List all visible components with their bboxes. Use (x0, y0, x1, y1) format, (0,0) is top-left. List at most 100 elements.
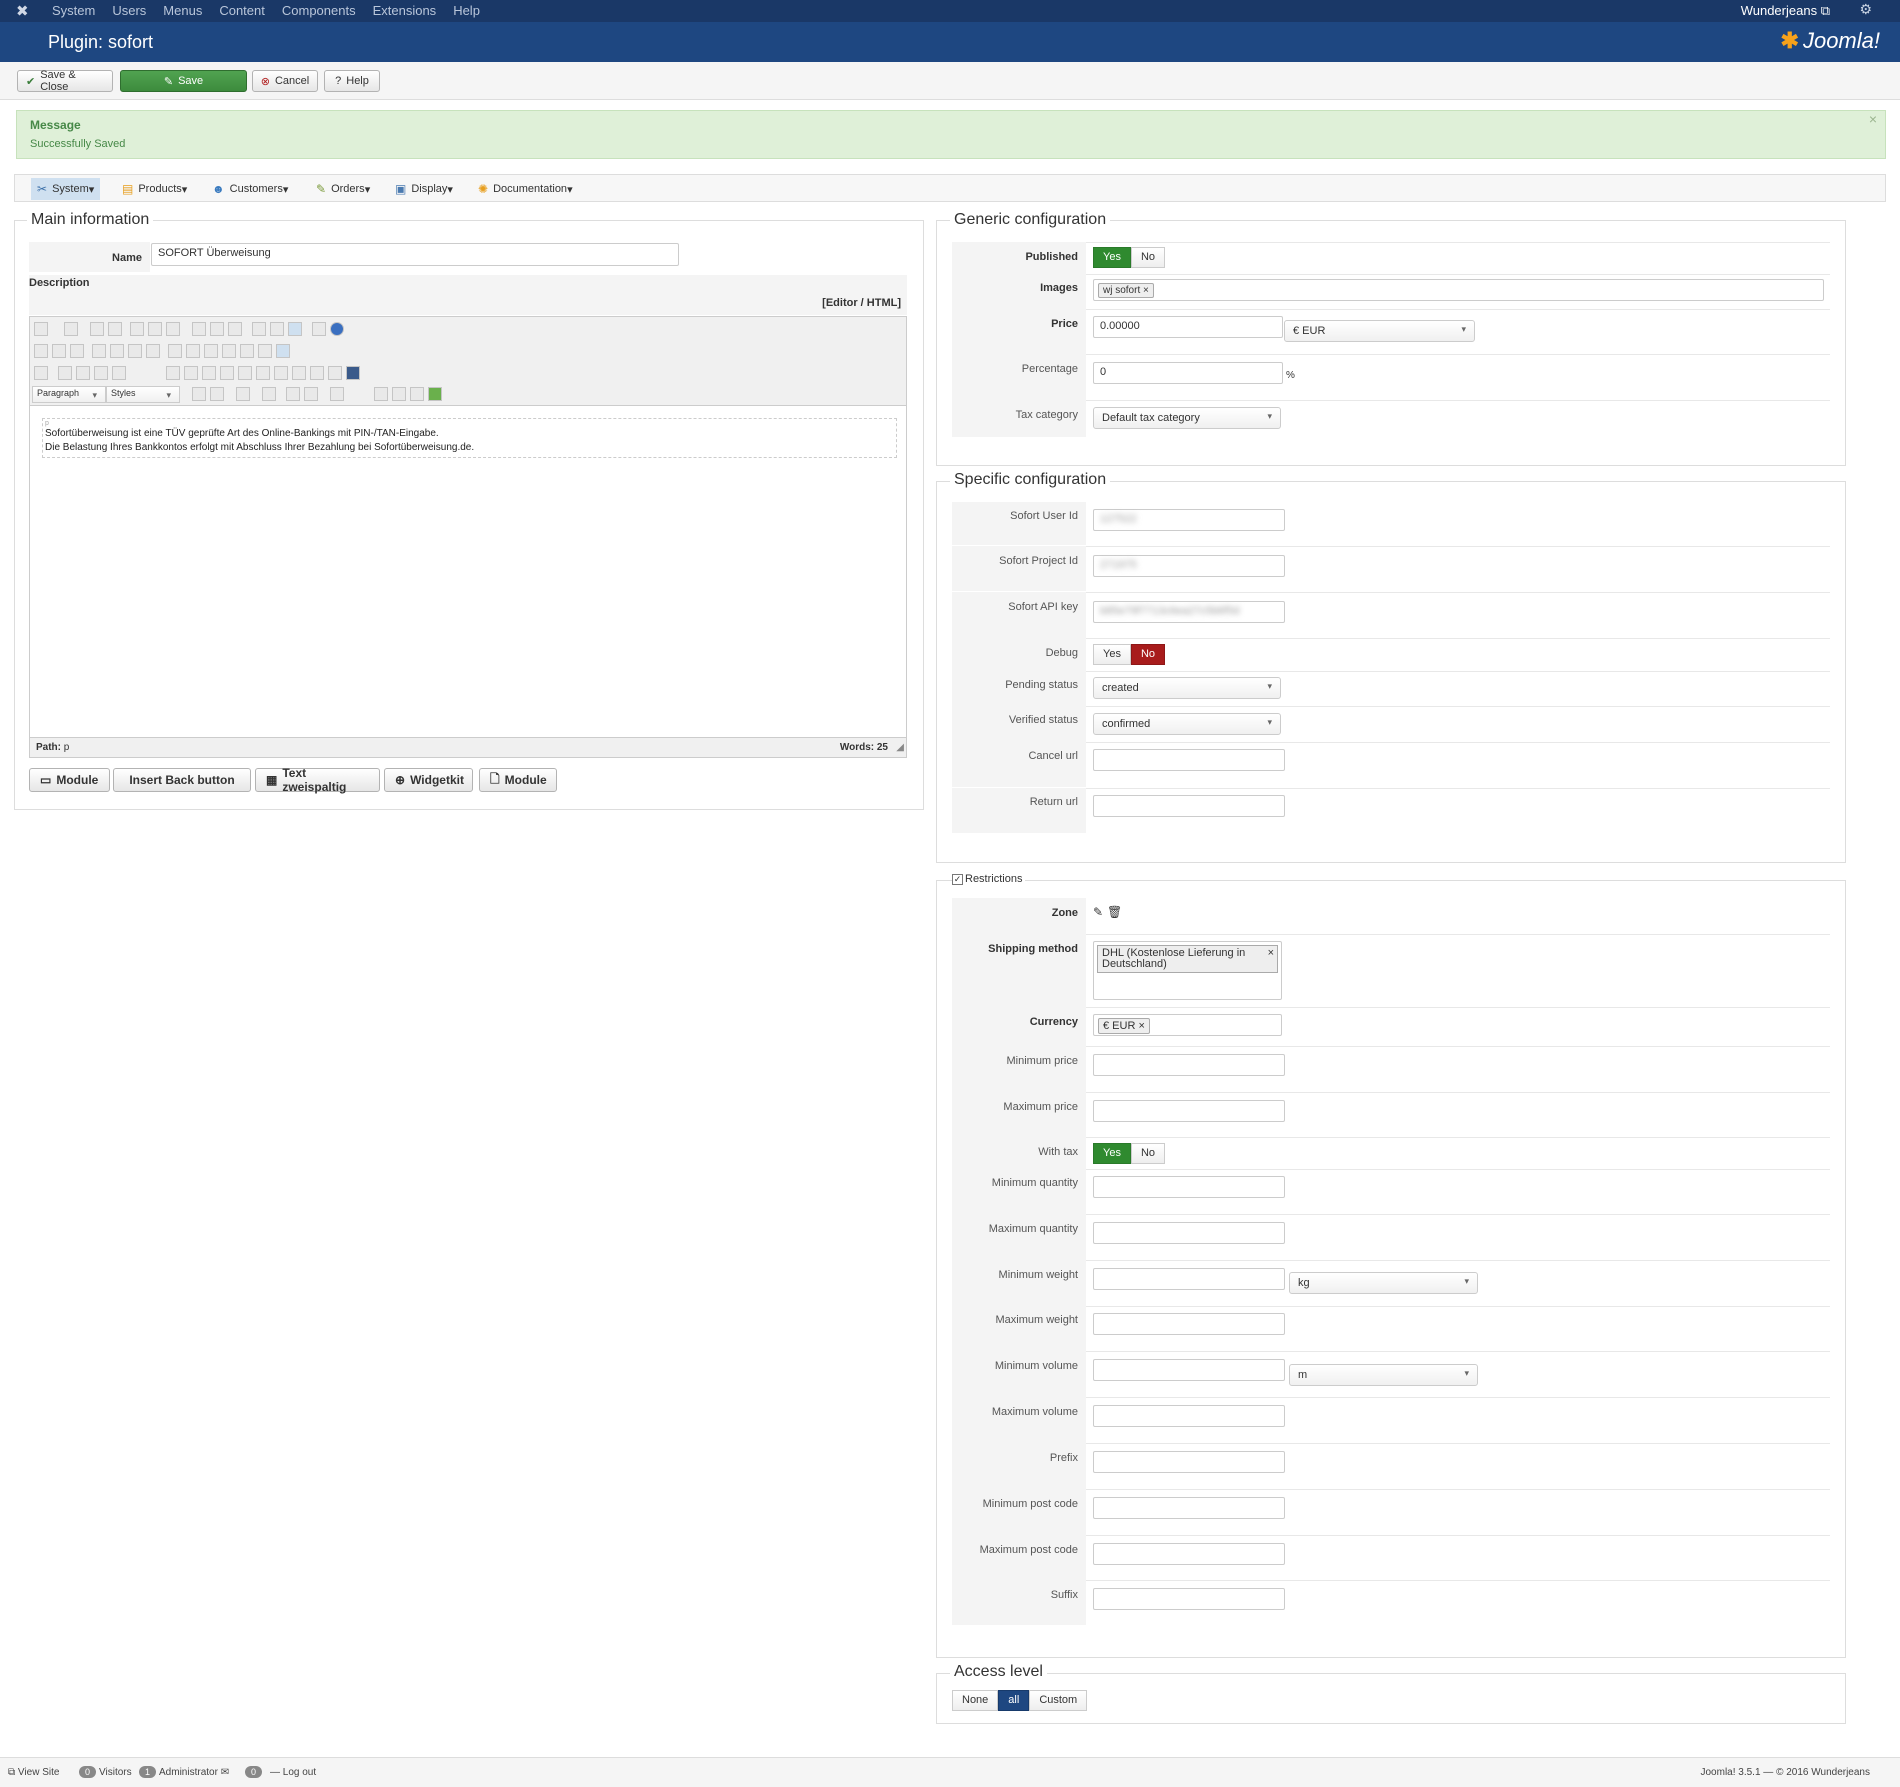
pending-status-select[interactable]: created (1093, 677, 1281, 699)
editor-bullet-list-icon[interactable] (262, 387, 276, 401)
editor-paste-icon[interactable] (204, 344, 218, 358)
editor-pilcrow-icon[interactable] (92, 344, 106, 358)
currency-input[interactable]: € EUR × (1093, 1014, 1282, 1036)
editor-unlink-icon[interactable] (410, 387, 424, 401)
nav-customers[interactable]: ☻ Customers ▾ (206, 178, 294, 200)
editor-align-left-icon[interactable] (184, 366, 198, 380)
widgetkit-button[interactable]: ⊕ Widgetkit (384, 768, 473, 792)
menu-components[interactable]: Components (282, 3, 356, 18)
editor-module-button[interactable]: ▭ Module (29, 768, 110, 792)
name-input[interactable]: SOFORT Überweisung (151, 243, 679, 266)
menu-system[interactable]: System (52, 3, 95, 18)
minimum-volume-input[interactable] (1093, 1359, 1285, 1381)
site-link[interactable]: Wunderjeans ⧉ (1741, 3, 1830, 19)
close-icon[interactable]: × (1869, 111, 1877, 127)
joomla-icon[interactable]: ✖ (16, 2, 29, 20)
editor-anchor-icon[interactable] (310, 366, 324, 380)
editor-superscript-icon[interactable] (112, 366, 126, 380)
editor-align-center-icon[interactable] (202, 366, 216, 380)
minimum-price-input[interactable] (1093, 1054, 1285, 1076)
with-tax-no[interactable]: No (1130, 1143, 1166, 1164)
help-button[interactable]: ? Help (324, 70, 380, 92)
return-url-input[interactable] (1093, 795, 1285, 817)
minimum-weight-input[interactable] (1093, 1268, 1285, 1290)
editor-html-toggle[interactable]: [Editor / HTML] (822, 297, 901, 309)
editor-redo-icon[interactable] (52, 344, 66, 358)
with-tax-yes[interactable]: Yes (1093, 1143, 1131, 1164)
maximum-volume-input[interactable] (1093, 1405, 1285, 1427)
sofort-project-id-input[interactable]: 271975 (1093, 555, 1285, 577)
editor-content[interactable]: p Sofortüberweisung ist eine TÜV geprüft… (42, 418, 897, 458)
currency-select[interactable]: € EUR (1284, 320, 1475, 342)
nav-display[interactable]: ▣ Display ▾ (389, 178, 459, 200)
remove-tag-icon[interactable]: × (1268, 948, 1274, 959)
editor-omega-icon[interactable] (256, 366, 270, 380)
editor-table-icon[interactable] (34, 322, 48, 336)
insert-back-button[interactable]: Insert Back button (113, 768, 251, 792)
editor-paste-word-icon[interactable] (222, 344, 236, 358)
resize-handle-icon[interactable]: ◢ (896, 742, 904, 753)
editor-ordered-list-icon[interactable] (236, 387, 250, 401)
maximum-post-code-input[interactable] (1093, 1543, 1285, 1565)
menu-menus[interactable]: Menus (163, 3, 202, 18)
editor-col-before-icon[interactable] (192, 322, 206, 336)
editor-italic-icon[interactable] (210, 387, 224, 401)
editor-col-after-icon[interactable] (210, 322, 224, 336)
editor-charmap-icon[interactable] (238, 366, 252, 380)
nav-orders[interactable]: ✎ Orders ▾ (310, 178, 376, 200)
tax-category-select[interactable]: Default tax category (1093, 407, 1281, 429)
percentage-input[interactable]: 0 (1093, 362, 1283, 384)
price-input[interactable]: 0.00000 (1093, 316, 1283, 338)
suffix-input[interactable] (1093, 1588, 1285, 1610)
editor-blockquote-icon[interactable] (292, 366, 306, 380)
styles-select[interactable]: Styles (106, 386, 180, 403)
editor-row-props-icon[interactable] (148, 322, 162, 336)
editor-code-icon[interactable] (312, 322, 326, 336)
menu-users[interactable]: Users (112, 3, 146, 18)
debug-yes[interactable]: Yes (1093, 644, 1131, 665)
access-none[interactable]: None (952, 1690, 999, 1711)
access-custom[interactable]: Custom (1029, 1690, 1088, 1711)
editor-hr-icon[interactable] (34, 366, 48, 380)
text-zweispaltig-button[interactable]: ▦ Text zweispaltig (255, 766, 380, 794)
editor-eraser-icon[interactable] (240, 344, 254, 358)
messages-status[interactable]: 0 (242, 1766, 265, 1778)
editor-bold-icon[interactable] (192, 387, 206, 401)
editor-undo-icon[interactable] (34, 344, 48, 358)
shipping-method-input[interactable]: DHL (Kostenlose Lieferung in Deutschland… (1093, 941, 1282, 1000)
editor-underline-icon[interactable] (76, 366, 90, 380)
minimum-post-code-input[interactable] (1093, 1497, 1285, 1519)
menu-extensions[interactable]: Extensions (373, 3, 437, 18)
pencil-icon[interactable]: ✎ (1093, 905, 1103, 919)
editor-indent-icon[interactable] (286, 387, 300, 401)
editor-replace-icon[interactable] (146, 344, 160, 358)
editor-delete-table-icon[interactable] (64, 322, 78, 336)
view-site-link[interactable]: ⧉ View Site (8, 1767, 59, 1778)
editor-line-icon[interactable] (274, 366, 288, 380)
editor-save-icon[interactable] (346, 366, 360, 380)
cancel-url-input[interactable] (1093, 749, 1285, 771)
debug-no[interactable]: No (1130, 644, 1166, 665)
trash-icon[interactable]: 🗑 (1107, 905, 1122, 919)
nav-products[interactable]: ▤ Products ▾ (116, 178, 193, 200)
maximum-price-input[interactable] (1093, 1100, 1285, 1122)
editor-cut-icon[interactable] (168, 344, 182, 358)
sofort-api-key-input[interactable]: b85e79f7713c6ea27c5b6f5d (1093, 601, 1285, 623)
nav-documentation[interactable]: ✺ Documentation ▾ (472, 178, 579, 200)
editor-refresh-icon[interactable] (70, 344, 84, 358)
editor-grid-icon[interactable] (288, 322, 302, 336)
editor-link-icon[interactable] (392, 387, 406, 401)
restrictions-checkbox[interactable]: ✓ (952, 873, 963, 885)
prefix-input[interactable] (1093, 1451, 1285, 1473)
menu-content[interactable]: Content (219, 3, 265, 18)
maximum-quantity-input[interactable] (1093, 1222, 1285, 1244)
editor-help-icon[interactable] (330, 322, 344, 336)
editor-row-delete-icon[interactable] (130, 322, 144, 336)
save-close-button[interactable]: ✔ Save & Close (17, 69, 113, 93)
editor-spell-icon[interactable] (110, 344, 124, 358)
editor-find-icon[interactable] (128, 344, 142, 358)
editor-copy-icon[interactable] (186, 344, 200, 358)
access-all[interactable]: all (998, 1690, 1030, 1711)
verified-status-select[interactable]: confirmed (1093, 713, 1281, 735)
editor-row-before-icon[interactable] (90, 322, 104, 336)
